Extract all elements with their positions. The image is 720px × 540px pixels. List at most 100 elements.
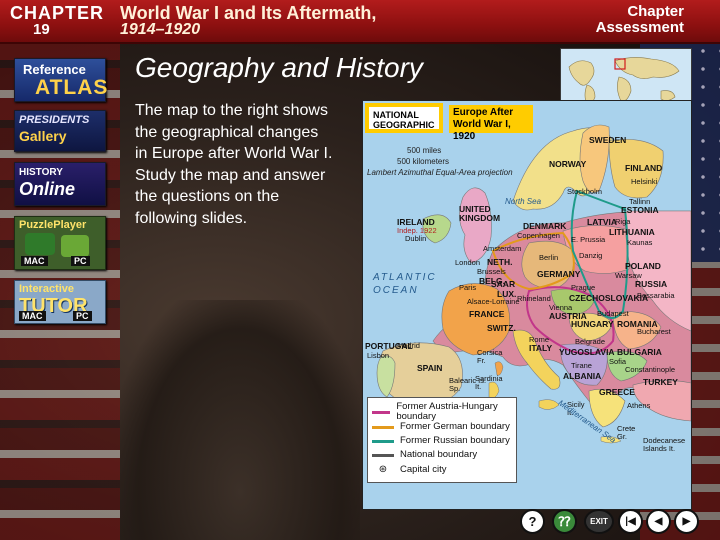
map-label-madrid: Madrid bbox=[397, 341, 420, 350]
map-label-latvia: LATVIA bbox=[587, 217, 618, 227]
map-label-sweden: SWEDEN bbox=[589, 135, 627, 145]
capital-city-icon: ⊛ bbox=[378, 464, 388, 475]
map-label-estonia: ESTONIA bbox=[621, 205, 659, 215]
map-label-stockholm: Stockholm bbox=[567, 187, 603, 196]
scale-miles: 500 miles bbox=[407, 146, 442, 155]
puzzle-mac-tag[interactable]: MAC bbox=[21, 256, 48, 266]
header-bar: CHAPTER 19 World War I and Its Aftermath… bbox=[0, 0, 720, 44]
gallery-line2: Gallery bbox=[19, 128, 67, 144]
map-label-atlantic: ATLANTIC OCEAN bbox=[373, 272, 437, 296]
map-label-constantinople: Constantinople bbox=[625, 365, 676, 374]
slide: CHAPTER 19 World War I and Its Aftermath… bbox=[0, 0, 720, 540]
reference-atlas-button[interactable]: Reference ATLAS bbox=[14, 58, 109, 102]
puzzle-pc-tag[interactable]: PC bbox=[71, 256, 90, 266]
map-label-hungary: HUNGARY bbox=[571, 319, 614, 329]
gallery-line1: PRESIDENTS bbox=[19, 114, 90, 126]
previous-slide-button[interactable]: ◀ bbox=[646, 509, 671, 534]
puzzle-player-button[interactable]: PuzzlePlayer MAC PC bbox=[14, 216, 106, 270]
map-title-line2: World War I, 1920 bbox=[453, 119, 511, 142]
assessment-line2: Assessment bbox=[595, 19, 684, 36]
chapter-assessment-button[interactable]: Chapter Assessment bbox=[596, 4, 684, 36]
map-label-crete: Crete Gr. bbox=[617, 424, 636, 441]
legend-row: Former Russian boundary bbox=[372, 436, 510, 446]
map-label-lisbon: Lisbon bbox=[367, 351, 390, 360]
map-label-riga: Riga bbox=[615, 217, 631, 226]
map-label-bessarabia: Bessarabia bbox=[637, 291, 675, 300]
national-geographic-logo-text: NATIONAL GEOGRAPHIC bbox=[373, 110, 435, 130]
tutor-pc-tag[interactable]: PC bbox=[73, 311, 92, 321]
map-label-amsterdam: Amsterdam bbox=[483, 244, 522, 253]
map-label-bucharest: Bucharest bbox=[637, 327, 671, 336]
legend-swatch-russian bbox=[372, 439, 394, 443]
slide-title: Geography and History bbox=[135, 52, 423, 83]
legend-row: ⊛ Capital city bbox=[372, 463, 447, 475]
map-label-albania: ALBANIA bbox=[563, 371, 602, 381]
slide-body-text: The map to the right shows the geographi… bbox=[135, 102, 333, 227]
legend-label: Capital city bbox=[400, 463, 447, 475]
map-label-russia: RUSSIA bbox=[635, 279, 668, 289]
map-label-finland: FINLAND bbox=[625, 163, 663, 173]
legend-row: Former German boundary bbox=[372, 422, 510, 432]
map-label-kaunas: Kaunas bbox=[627, 238, 653, 247]
map-label-berlin: Berlin bbox=[539, 253, 559, 262]
map-title: Europe After World War I, 1920 bbox=[449, 105, 533, 142]
legend-label: National boundary bbox=[400, 449, 478, 460]
puzzle-piece-icon bbox=[61, 235, 89, 257]
map-label-yugoslavia: YUGOSLAVIA bbox=[559, 347, 615, 357]
map-label-greece: GREECE bbox=[599, 387, 635, 397]
background-photo bbox=[120, 300, 360, 540]
map-label-saar: SAAR bbox=[491, 279, 516, 289]
map-label-uk: UNITED KINGDOM bbox=[459, 204, 501, 223]
puzzle-line1: PuzzlePlayer bbox=[19, 219, 87, 231]
chapter-number: 19 bbox=[33, 21, 50, 38]
chapter-label: CHAPTER bbox=[10, 3, 105, 23]
map-legend: Former Austria-Hungary boundary Former G… bbox=[367, 397, 517, 483]
map-label-rhineland: Rhineland bbox=[517, 294, 551, 303]
map-label-copenhagen: Copenhagen bbox=[517, 231, 560, 240]
map-label-prague: Prague bbox=[571, 283, 596, 292]
atlas-line1: Reference bbox=[23, 62, 86, 77]
legend-label: Former German boundary bbox=[400, 421, 510, 432]
exit-button[interactable]: EXIT bbox=[584, 509, 614, 534]
map-label-tirane: Tirane bbox=[571, 361, 592, 370]
map-label-alsace: Alsace-Lorraine bbox=[467, 297, 520, 306]
map-label-france: FRANCE bbox=[469, 309, 505, 319]
presidents-gallery-button[interactable]: PRESIDENTS Gallery bbox=[14, 110, 106, 152]
map-label-bulgaria: BULGARIA bbox=[617, 347, 662, 357]
legend-row: National boundary bbox=[372, 450, 477, 460]
history-line1: HISTORY bbox=[19, 167, 63, 178]
tutor-line1: Interactive bbox=[19, 283, 75, 295]
legend-label: Former Russian boundary bbox=[400, 435, 510, 446]
map-label-norway: NORWAY bbox=[549, 159, 587, 169]
map-label-lithuania: LITHUANIA bbox=[609, 227, 655, 237]
map-projection: Lambert Azimuthal Equal-Area projection bbox=[367, 168, 513, 177]
map-label-danzig: Danzig bbox=[579, 251, 603, 260]
map-label-corsica: Corsica Fr. bbox=[477, 348, 503, 365]
tutor-mac-tag[interactable]: MAC bbox=[19, 311, 46, 321]
map-label-belgrade: Belgrade bbox=[575, 337, 606, 346]
history-online-button[interactable]: HISTORY Online bbox=[14, 162, 106, 206]
map-label-budapest: Budapest bbox=[597, 309, 629, 318]
map-label-denmark: DENMARK bbox=[523, 221, 567, 231]
map-scale: 500 miles 500 kilometers Lambert Azimuth… bbox=[367, 145, 513, 178]
assessment-line1: Chapter bbox=[627, 3, 684, 20]
atlas-line2: ATLAS bbox=[35, 76, 109, 99]
history-line2: Online bbox=[19, 179, 76, 199]
map-label-north-sea: North Sea bbox=[505, 197, 542, 206]
first-slide-button[interactable]: |◀ bbox=[618, 509, 643, 534]
map-label-poland: POLAND bbox=[625, 261, 661, 271]
map-label-brussels: Brussels bbox=[477, 267, 506, 276]
help-button[interactable]: ? bbox=[520, 509, 545, 534]
map-label-dublin: Dublin bbox=[405, 234, 427, 243]
map-title-line1: Europe After bbox=[453, 107, 514, 118]
glossary-icon[interactable]: ⁇ bbox=[552, 509, 577, 534]
europe-map: NATIONAL GEOGRAPHIC Europe After World W… bbox=[362, 100, 692, 510]
legend-swatch-national bbox=[372, 453, 394, 457]
map-label-germany: GERMANY bbox=[537, 269, 581, 279]
map-label-sofia: Sofia bbox=[609, 357, 627, 366]
interactive-tutor-button[interactable]: Interactive TUTOR MAC PC bbox=[14, 280, 106, 324]
map-label-paris: Paris bbox=[459, 283, 477, 292]
map-label-athens: Athens bbox=[627, 401, 651, 410]
legend-swatch-german bbox=[372, 425, 394, 429]
next-slide-button[interactable]: ▶ bbox=[674, 509, 699, 534]
